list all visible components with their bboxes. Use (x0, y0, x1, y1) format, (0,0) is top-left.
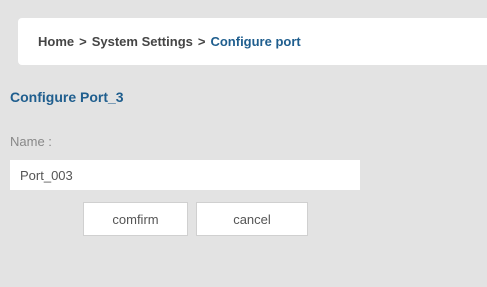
breadcrumb: Home > System Settings > Configure port (18, 18, 487, 65)
breadcrumb-separator: > (197, 34, 206, 49)
breadcrumb-current-page: Configure port (210, 34, 301, 49)
breadcrumb-home-link[interactable]: Home (38, 34, 74, 49)
name-field-label: Name : (10, 134, 52, 149)
breadcrumb-system-settings-link[interactable]: System Settings (92, 34, 193, 49)
cancel-button[interactable]: cancel (196, 202, 308, 236)
breadcrumb-separator: > (79, 34, 87, 49)
name-input[interactable] (10, 160, 360, 190)
page-title: Configure Port_3 (10, 89, 124, 105)
confirm-button[interactable]: comfirm (83, 202, 188, 236)
